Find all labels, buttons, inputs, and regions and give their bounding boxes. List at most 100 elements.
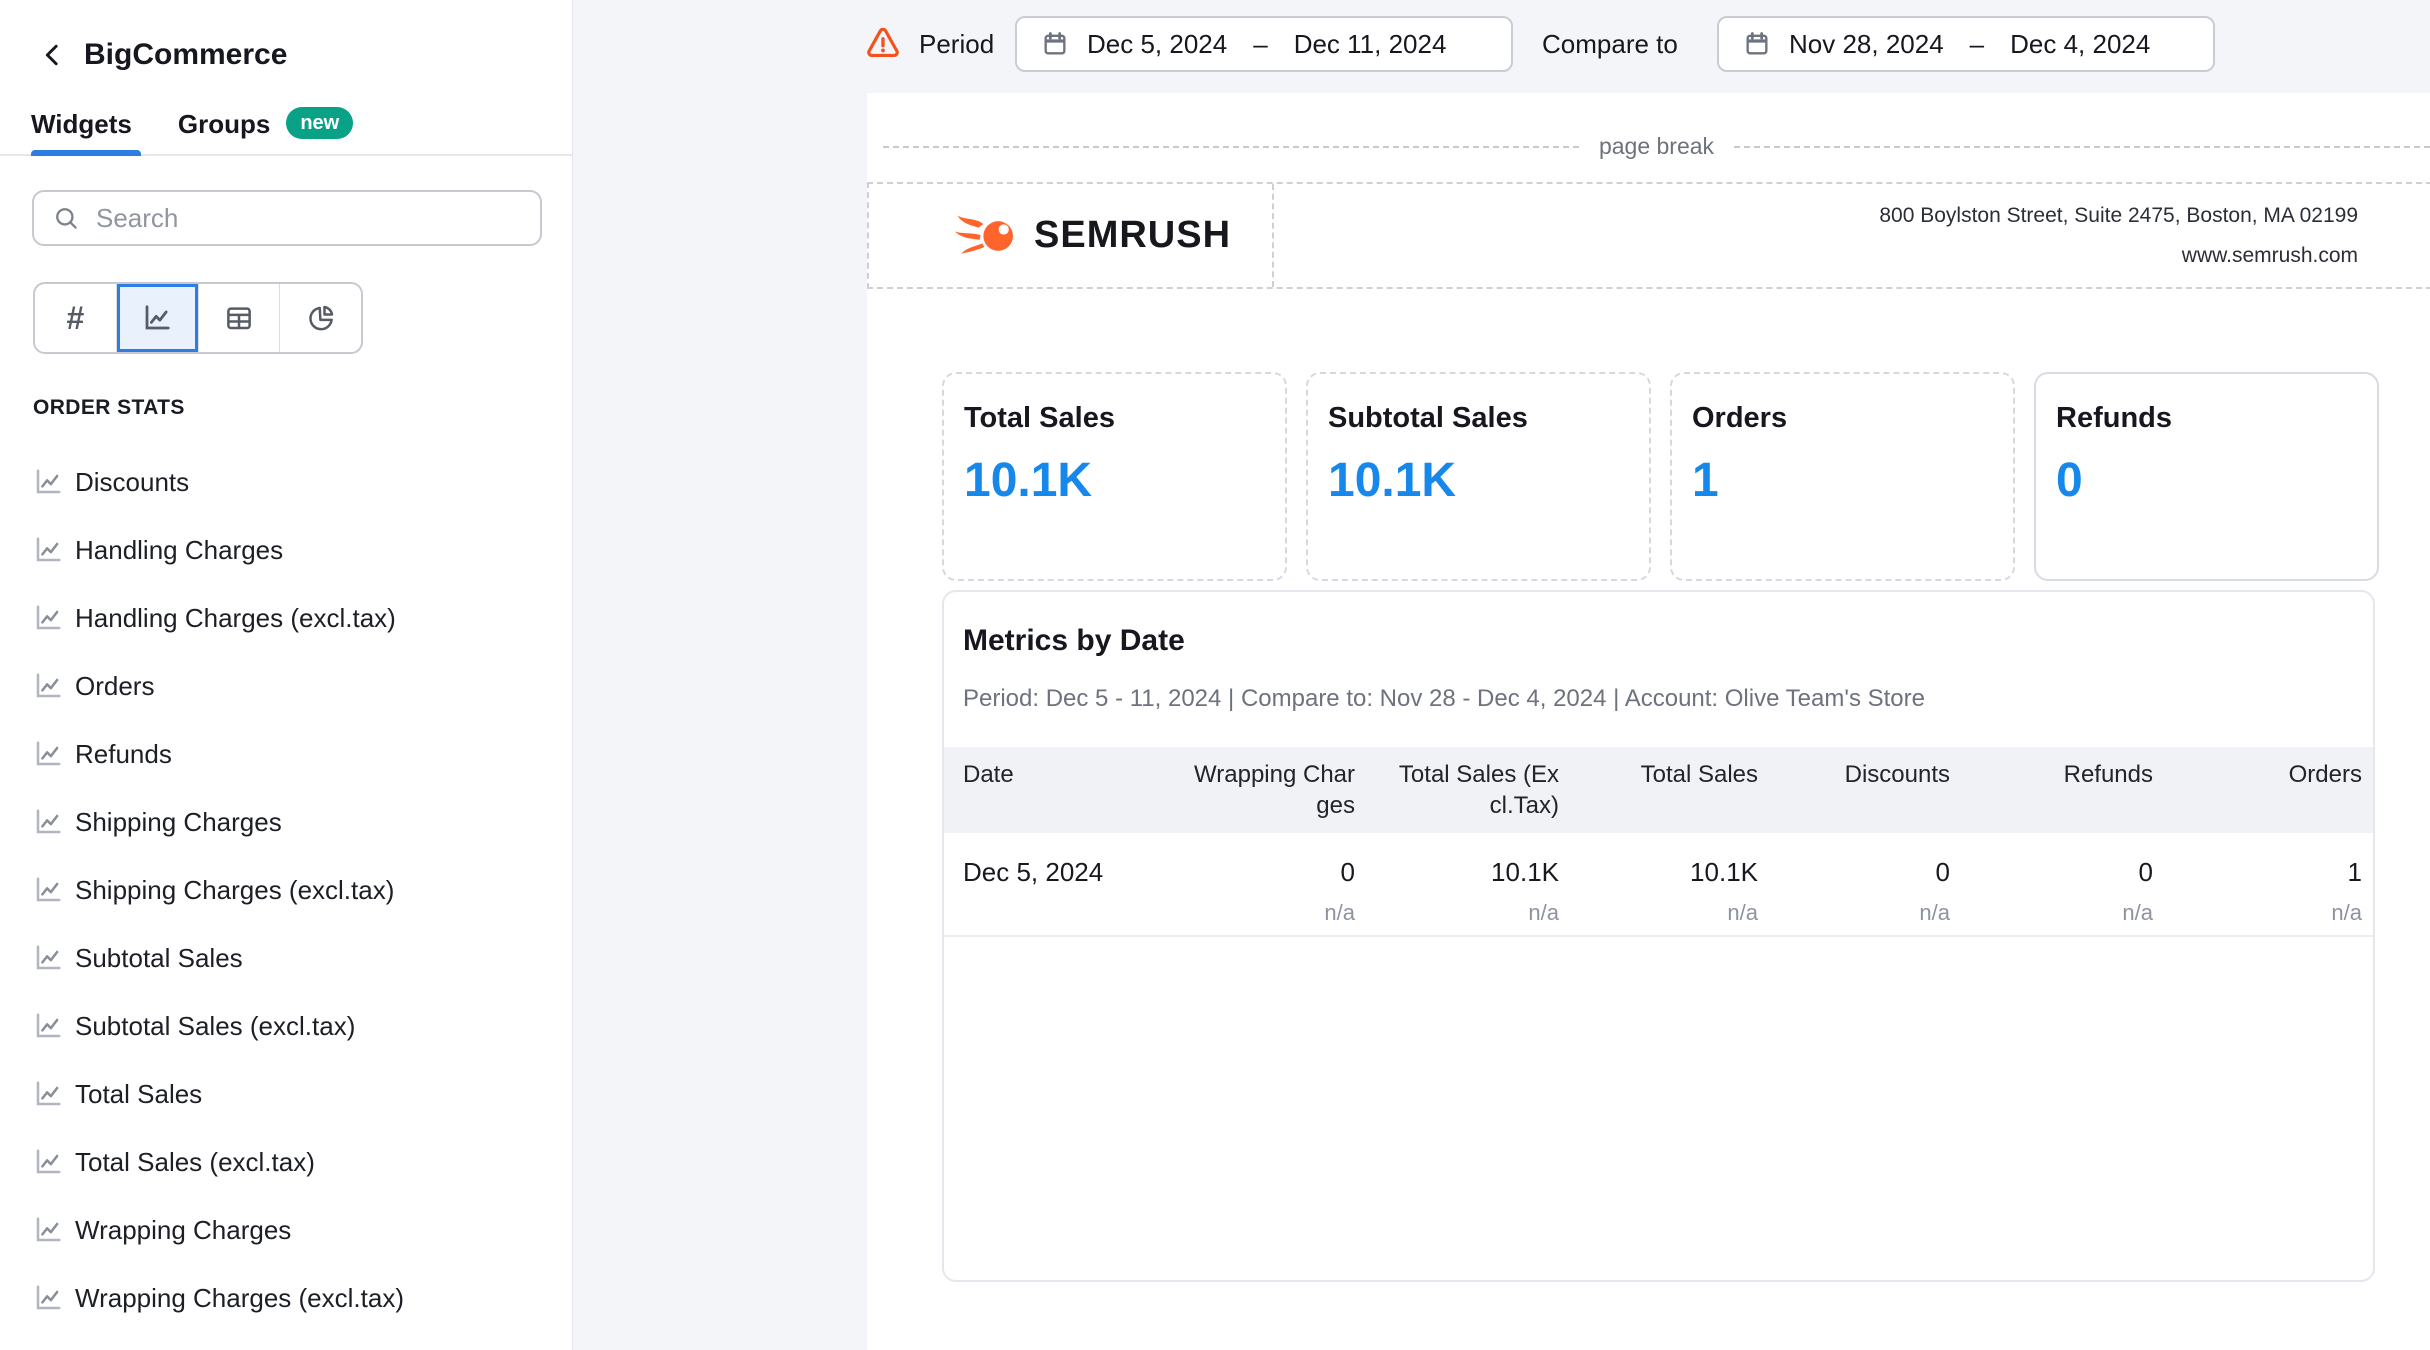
sidebar-item-label: Wrapping Charges bbox=[75, 1215, 291, 1246]
period-date-range[interactable]: Dec 5, 2024 – Dec 11, 2024 bbox=[1015, 16, 1513, 72]
cell-wrapping-charges: 0n/a bbox=[1151, 857, 1355, 935]
line-chart-icon bbox=[33, 1011, 63, 1041]
report-logo-widget[interactable]: SEMRUSH bbox=[869, 184, 1274, 287]
calendar-icon bbox=[1041, 30, 1069, 58]
semrush-wordmark: SEMRUSH bbox=[1034, 214, 1231, 257]
line-chart-icon bbox=[33, 1079, 63, 1109]
card-title: Total Sales bbox=[964, 402, 1265, 435]
sidebar-item-label: Handling Charges bbox=[75, 535, 283, 566]
table-row: Dec 5, 20240n/a10.1Kn/a10.1Kn/a0n/a0n/a1… bbox=[944, 833, 2373, 937]
line-chart-icon bbox=[33, 807, 63, 837]
card-value: 10.1K bbox=[1328, 453, 1629, 508]
back-button[interactable] bbox=[34, 36, 72, 74]
card-title: Orders bbox=[1692, 402, 1993, 435]
website-url: www.semrush.com bbox=[2182, 236, 2358, 276]
sidebar-item-total-sales[interactable]: Total Sales bbox=[0, 1060, 570, 1128]
compare-to-label: Compare to bbox=[1542, 29, 1678, 60]
line-chart-icon bbox=[33, 671, 63, 701]
tab-widgets[interactable]: Widgets bbox=[31, 109, 132, 140]
page-break-label: page break bbox=[1599, 133, 1714, 160]
range-separator: – bbox=[1253, 29, 1267, 60]
sidebar-item-handling-charges[interactable]: Handling Charges bbox=[0, 516, 570, 584]
sidebar-item-subtotal-sales[interactable]: Subtotal Sales bbox=[0, 924, 570, 992]
metric-card-orders[interactable]: Orders 1 bbox=[1670, 372, 2015, 581]
tab-groups[interactable]: Groups new bbox=[178, 108, 353, 140]
metrics-table-header: DateWrapping ChargesTotal Sales (Excl.Ta… bbox=[944, 747, 2373, 833]
sidebar-item-label: Orders bbox=[75, 671, 154, 702]
sidebar-item-orders[interactable]: Orders bbox=[0, 652, 570, 720]
sidebar-item-handling-charges-excl-tax[interactable]: Handling Charges (excl.tax) bbox=[0, 584, 570, 652]
sidebar-item-label: Subtotal Sales bbox=[75, 943, 243, 974]
column-header-total-sales-excl-tax: Total Sales (Excl.Tax) bbox=[1355, 759, 1559, 821]
view-mode-pie-chart-button[interactable] bbox=[280, 284, 361, 352]
cell-total-sales-excl-tax: 10.1Kn/a bbox=[1355, 857, 1559, 935]
compare-date-range[interactable]: Nov 28, 2024 – Dec 4, 2024 bbox=[1717, 16, 2215, 72]
period-start-date: Dec 5, 2024 bbox=[1087, 29, 1227, 60]
column-header-refunds: Refunds bbox=[1950, 759, 2153, 821]
sidebar-tabs: Widgets Groups new bbox=[31, 108, 353, 140]
sidebar-item-wrapping-charges[interactable]: Wrapping Charges bbox=[0, 1196, 570, 1264]
report-page: page break SEMRUSH 800 Boylston Street, … bbox=[867, 93, 2430, 1350]
sidebar-item-total-sales-excl-tax[interactable]: Total Sales (excl.tax) bbox=[0, 1128, 570, 1196]
view-mode-numbers-button[interactable]: # bbox=[35, 284, 117, 352]
compare-start-date: Nov 28, 2024 bbox=[1789, 29, 1944, 60]
page-break-line bbox=[1734, 146, 2430, 148]
line-chart-icon bbox=[33, 603, 63, 633]
card-value: 10.1K bbox=[964, 453, 1265, 508]
page-break-line bbox=[883, 146, 1579, 148]
cell-total-sales: 10.1Kn/a bbox=[1559, 857, 1758, 935]
report-header: SEMRUSH 800 Boylston Street, Suite 2475,… bbox=[867, 182, 2430, 289]
topbar: Period Dec 5, 2024 – Dec 11, 2024 Compar… bbox=[573, 0, 2430, 92]
sidebar-item-label: Shipping Charges bbox=[75, 807, 282, 838]
sidebar-item-label: Shipping Charges (excl.tax) bbox=[75, 875, 394, 906]
tab-groups-label: Groups bbox=[178, 109, 270, 140]
sidebar-item-refunds[interactable]: Refunds bbox=[0, 720, 570, 788]
section-label-order-stats: ORDER STATS bbox=[33, 396, 185, 420]
metric-card-subtotal-sales[interactable]: Subtotal Sales 10.1K bbox=[1306, 372, 1651, 581]
page-break-marker: page break bbox=[883, 133, 2430, 160]
sidebar-header: BigCommerce bbox=[34, 36, 287, 74]
period-end-date: Dec 11, 2024 bbox=[1294, 29, 1447, 60]
sidebar-item-shipping-charges-excl-tax[interactable]: Shipping Charges (excl.tax) bbox=[0, 856, 570, 924]
line-chart-icon bbox=[33, 467, 63, 497]
metrics-table-body: Dec 5, 20240n/a10.1Kn/a10.1Kn/a0n/a0n/a1… bbox=[944, 833, 2373, 937]
metric-card-refunds[interactable]: Refunds 0 bbox=[2034, 372, 2379, 581]
cell-date: Dec 5, 2024 bbox=[963, 857, 1151, 935]
cell-discounts: 0n/a bbox=[1758, 857, 1950, 935]
metrics-by-date-widget[interactable]: Metrics by Date Period: Dec 5 - 11, 2024… bbox=[942, 590, 2375, 1282]
line-chart-icon bbox=[33, 739, 63, 769]
sidebar-item-subtotal-sales-excl-tax[interactable]: Subtotal Sales (excl.tax) bbox=[0, 992, 570, 1060]
line-chart-icon bbox=[33, 1283, 63, 1313]
card-title: Refunds bbox=[2056, 402, 2357, 435]
line-chart-icon bbox=[33, 535, 63, 565]
new-badge: new bbox=[286, 107, 353, 139]
widget-list: Discounts Handling Charges Handling Char… bbox=[0, 448, 570, 1332]
report-address-widget[interactable]: 800 Boylston Street, Suite 2475, Boston,… bbox=[1274, 184, 2430, 287]
warning-icon[interactable] bbox=[865, 25, 901, 61]
sidebar: BigCommerce Widgets Groups new # bbox=[0, 0, 573, 1350]
sidebar-item-label: Wrapping Charges (excl.tax) bbox=[75, 1283, 404, 1314]
column-header-wrapping-charges: Wrapping Charges bbox=[1151, 759, 1355, 821]
search-box bbox=[32, 190, 542, 246]
active-tab-underline bbox=[31, 150, 141, 156]
sidebar-item-label: Discounts bbox=[75, 467, 189, 498]
pie-chart-icon bbox=[306, 303, 336, 333]
hash-icon: # bbox=[66, 300, 84, 337]
view-mode-line-chart-button[interactable] bbox=[117, 284, 199, 352]
sidebar-item-shipping-charges[interactable]: Shipping Charges bbox=[0, 788, 570, 856]
column-header-discounts: Discounts bbox=[1758, 759, 1950, 821]
widget-title: Metrics by Date bbox=[963, 624, 2373, 658]
sidebar-item-discounts[interactable]: Discounts bbox=[0, 448, 570, 516]
line-chart-icon bbox=[33, 875, 63, 905]
widget-subtitle: Period: Dec 5 - 11, 2024 | Compare to: N… bbox=[963, 685, 2373, 713]
search-input[interactable] bbox=[94, 202, 522, 235]
sidebar-item-wrapping-charges-excl-tax[interactable]: Wrapping Charges (excl.tax) bbox=[0, 1264, 570, 1332]
sidebar-item-label: Total Sales bbox=[75, 1079, 202, 1110]
card-value: 0 bbox=[2056, 453, 2357, 508]
metric-card-total-sales[interactable]: Total Sales 10.1K bbox=[942, 372, 1287, 581]
line-chart-icon bbox=[142, 303, 172, 333]
view-mode-table-button[interactable] bbox=[199, 284, 281, 352]
semrush-logo-icon bbox=[954, 211, 1022, 261]
cell-orders: 1n/a bbox=[2153, 857, 2362, 935]
range-separator: – bbox=[1970, 29, 1984, 60]
